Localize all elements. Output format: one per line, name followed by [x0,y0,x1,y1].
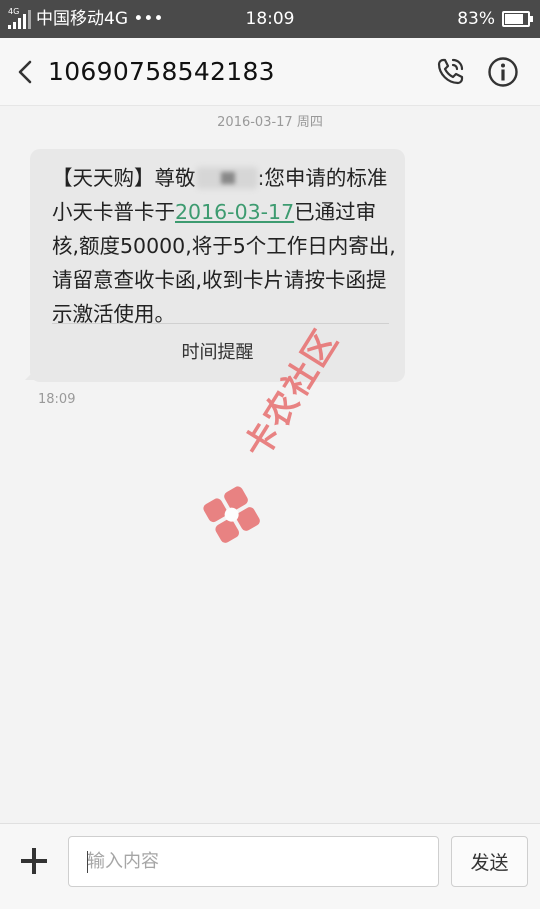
composer-bar: 发送 [0,823,540,909]
status-bar: 4G 中国移动4G ••• 18:09 83% [0,0,540,38]
message-timestamp: 18:09 [38,392,76,407]
info-icon [488,57,518,87]
message-bubble[interactable]: 【天天购】尊敬:您申请的标准小天卡普卡于2016-03-17已通过审核,额度50… [25,149,405,382]
time-reminder-button[interactable]: 时间提醒 [30,331,405,375]
battery-level [505,14,524,24]
text-cursor [87,851,88,873]
date-separator: 2016-03-17 周四 [217,115,323,130]
send-button[interactable]: 发送 [451,836,528,887]
message-input[interactable] [68,836,439,887]
battery-icon [502,11,533,27]
call-button[interactable] [430,52,470,92]
back-button[interactable] [6,52,44,92]
phone-icon [437,58,464,85]
watermark: 卡农社区 [200,322,350,550]
battery-percent: 83% [457,9,495,29]
message-text: 【天天购】尊敬:您申请的标准小天卡普卡于2016-03-17已通过审核,额度50… [52,166,396,326]
bubble-divider [52,323,389,324]
add-attachment-button[interactable] [14,841,54,881]
plus-icon [21,848,47,874]
watermark-logo-icon [203,486,260,543]
conversation-header: 10690758542183 [0,38,540,106]
redacted-name [196,167,258,189]
page-title: 10690758542183 [48,57,275,86]
message-date-link[interactable]: 2016-03-17 [175,200,294,224]
chevron-left-icon [18,60,32,84]
info-button[interactable] [483,52,523,92]
